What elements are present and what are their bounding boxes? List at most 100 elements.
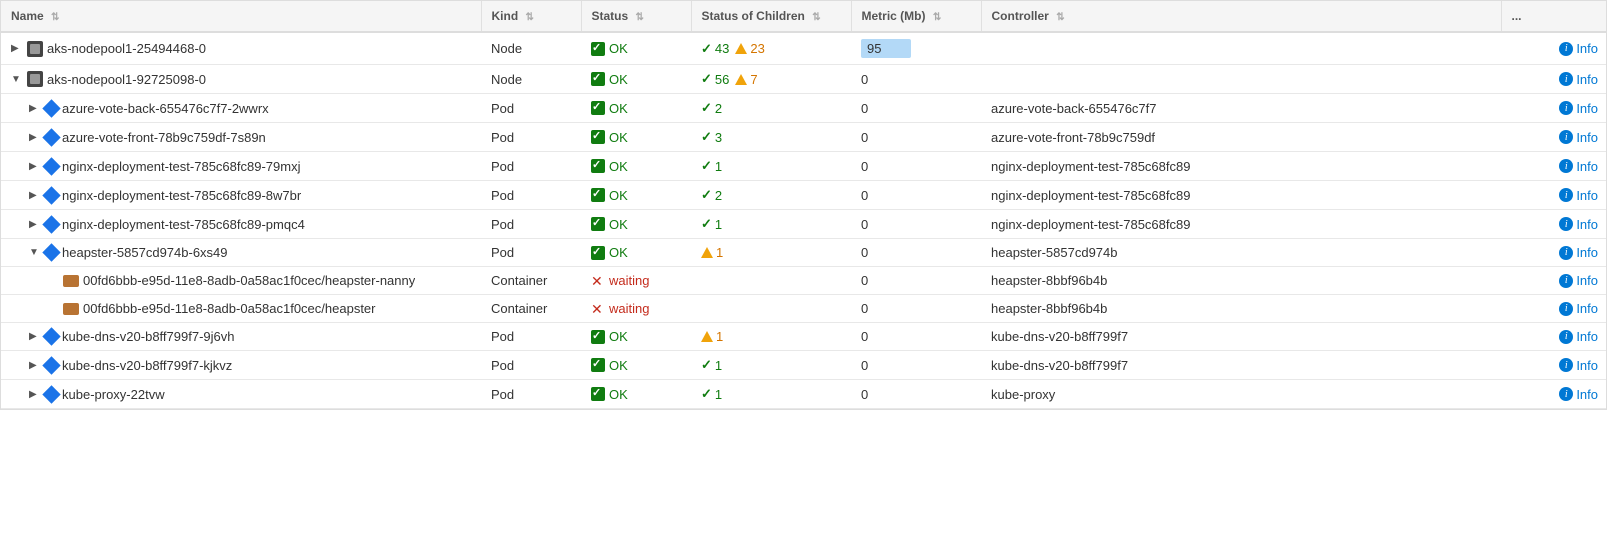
row-name-text: azure-vote-back-655476c7f7-2wwrx [62, 101, 269, 116]
table-row: ▶kube-proxy-22tvwPodOK✓ 10kube-proxyiInf… [1, 380, 1607, 409]
info-label: Info [1576, 159, 1598, 174]
status-text: OK [609, 101, 628, 116]
col-header-name[interactable]: Name ⇅ [1, 1, 481, 32]
info-link[interactable]: iInfo [1511, 130, 1598, 145]
children-ok-count: ✓ 56 [701, 71, 729, 87]
col-header-controller[interactable]: Controller ⇅ [981, 1, 1501, 32]
status-cell: OK [581, 94, 691, 123]
children-status-cell [691, 267, 851, 295]
expand-button[interactable]: ▶ [29, 161, 41, 172]
status-text: OK [609, 72, 628, 87]
expand-button[interactable]: ▶ [29, 331, 41, 342]
metric-value: 0 [861, 301, 868, 316]
info-link[interactable]: iInfo [1511, 159, 1598, 174]
status-cell: OK [581, 380, 691, 409]
status-cell: ✕waiting [581, 267, 691, 295]
expand-button[interactable]: ▼ [29, 247, 41, 258]
children-ok-count: ✓ 2 [701, 100, 722, 116]
info-icon: i [1559, 130, 1573, 144]
children-ok-count: ✓ 3 [701, 129, 722, 145]
info-cell: iInfo [1501, 323, 1607, 351]
metric-cell: 0 [851, 65, 981, 94]
expand-button[interactable]: ▶ [29, 190, 41, 201]
metric-cell: 0 [851, 351, 981, 380]
kind-cell: Pod [481, 94, 581, 123]
info-icon: i [1559, 246, 1573, 260]
status-text: OK [609, 358, 628, 373]
info-link[interactable]: iInfo [1511, 387, 1598, 402]
name-cell: 00fd6bbb-e95d-11e8-8adb-0a58ac1f0cec/hea… [1, 295, 481, 323]
children-ok-count: ✓ 1 [701, 357, 722, 373]
metric-cell: 95 [851, 32, 981, 65]
info-link[interactable]: iInfo [1511, 245, 1598, 260]
status-cell: ✕waiting [581, 295, 691, 323]
kind-cell: Pod [481, 323, 581, 351]
children-warn-count: 1 [701, 329, 723, 344]
col-header-kind[interactable]: Kind ⇅ [481, 1, 581, 32]
info-link[interactable]: iInfo [1511, 217, 1598, 232]
info-cell: iInfo [1501, 94, 1607, 123]
sort-icon-kind: ⇅ [526, 12, 534, 23]
info-link[interactable]: iInfo [1511, 188, 1598, 203]
info-link[interactable]: iInfo [1511, 72, 1598, 87]
children-status-cell: ✓ 2 [691, 94, 851, 123]
status-text: waiting [609, 301, 649, 316]
pod-icon [42, 157, 60, 175]
col-header-children-status[interactable]: Status of Children ⇅ [691, 1, 851, 32]
table-row: ▼heapster-5857cd974b-6xs49PodOK 10heapst… [1, 239, 1607, 267]
info-icon: i [1559, 274, 1573, 288]
check-icon [591, 42, 605, 56]
info-icon: i [1559, 302, 1573, 316]
col-header-metric[interactable]: Metric (Mb) ⇅ [851, 1, 981, 32]
pod-icon [42, 128, 60, 146]
name-cell: ▶kube-proxy-22tvw [1, 380, 481, 409]
status-text: waiting [609, 273, 649, 288]
info-icon: i [1559, 330, 1573, 344]
info-cell: iInfo [1501, 380, 1607, 409]
info-link[interactable]: iInfo [1511, 101, 1598, 116]
table-row: ▶kube-dns-v20-b8ff799f7-kjkvzPodOK✓ 10ku… [1, 351, 1607, 380]
check-icon [591, 188, 605, 202]
info-icon: i [1559, 387, 1573, 401]
expand-button[interactable]: ▼ [11, 74, 23, 85]
table-row: ▶kube-dns-v20-b8ff799f7-9j6vhPodOK 10kub… [1, 323, 1607, 351]
status-text: OK [609, 329, 628, 344]
expand-button[interactable]: ▶ [11, 43, 23, 54]
metric-value: 0 [861, 387, 868, 402]
info-cell: iInfo [1501, 181, 1607, 210]
name-cell: ▶nginx-deployment-test-785c68fc89-pmqc4 [1, 210, 481, 239]
info-label: Info [1576, 329, 1598, 344]
name-cell: ▼heapster-5857cd974b-6xs49 [1, 239, 481, 267]
row-name-text: aks-nodepool1-25494468-0 [47, 41, 206, 56]
info-link[interactable]: iInfo [1511, 273, 1598, 288]
metric-cell: 0 [851, 210, 981, 239]
row-name-text: aks-nodepool1-92725098-0 [47, 72, 206, 87]
metric-value: 0 [861, 329, 868, 344]
children-status-cell: ✓ 1 [691, 380, 851, 409]
warn-triangle-icon [701, 331, 713, 342]
info-label: Info [1576, 301, 1598, 316]
children-ok-count: ✓ 43 [701, 41, 729, 57]
status-text: OK [609, 130, 628, 145]
metric-cell: 0 [851, 123, 981, 152]
expand-button[interactable]: ▶ [29, 389, 41, 400]
row-name-text: kube-dns-v20-b8ff799f7-9j6vh [62, 329, 235, 344]
children-status-cell: ✓ 1 [691, 152, 851, 181]
controller-cell: nginx-deployment-test-785c68fc89 [981, 210, 1501, 239]
col-header-status[interactable]: Status ⇅ [581, 1, 691, 32]
info-link[interactable]: iInfo [1511, 329, 1598, 344]
expand-button[interactable]: ▶ [29, 360, 41, 371]
expand-button[interactable]: ▶ [29, 219, 41, 230]
metric-cell: 0 [851, 94, 981, 123]
info-link[interactable]: iInfo [1511, 41, 1598, 56]
info-link[interactable]: iInfo [1511, 358, 1598, 373]
node-icon [27, 71, 43, 87]
check-mark: ✓ [701, 100, 712, 116]
info-link[interactable]: iInfo [1511, 301, 1598, 316]
info-label: Info [1576, 130, 1598, 145]
metric-cell: 0 [851, 181, 981, 210]
expand-button[interactable]: ▶ [29, 103, 41, 114]
expand-button[interactable]: ▶ [29, 132, 41, 143]
check-icon [591, 72, 605, 86]
name-cell: ▶nginx-deployment-test-785c68fc89-8w7br [1, 181, 481, 210]
